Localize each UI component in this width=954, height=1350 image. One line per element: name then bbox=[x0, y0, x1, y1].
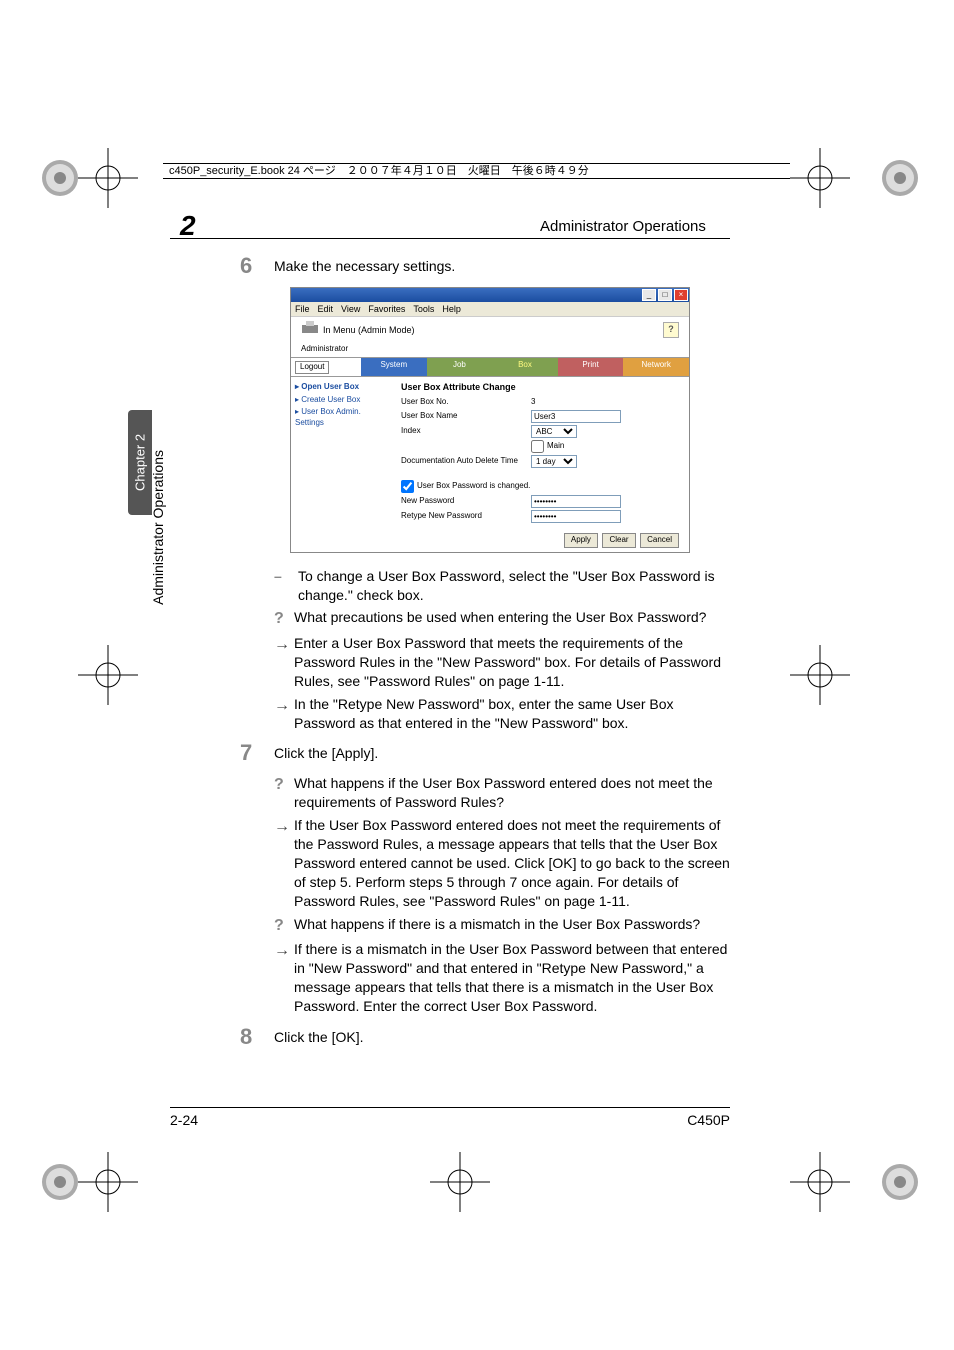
label-user-box-no: User Box No. bbox=[401, 397, 531, 408]
panel-heading: User Box Attribute Change bbox=[401, 381, 679, 393]
browser-menubar: File Edit View Favorites Tools Help bbox=[291, 302, 689, 317]
step-number-8: 8 bbox=[240, 1026, 274, 1048]
select-index[interactable]: ABC bbox=[531, 425, 577, 438]
menu-edit[interactable]: Edit bbox=[318, 303, 334, 315]
label-user-box-name: User Box Name bbox=[401, 411, 531, 422]
clear-button[interactable]: Clear bbox=[602, 533, 635, 548]
question-icon bbox=[274, 774, 294, 812]
step-number-6: 6 bbox=[240, 255, 274, 277]
tab-system[interactable]: System bbox=[361, 358, 427, 376]
registration-circle bbox=[870, 1152, 930, 1212]
value-user-box-no: 3 bbox=[531, 397, 535, 408]
label-index: Index bbox=[401, 426, 531, 437]
cancel-button[interactable]: Cancel bbox=[640, 533, 679, 548]
question-password-rules-fail: What happens if the User Box Password en… bbox=[294, 774, 730, 812]
printer-icon bbox=[301, 321, 319, 338]
divider bbox=[170, 238, 730, 239]
checkbox-password-change[interactable] bbox=[401, 480, 414, 493]
logout-button[interactable]: Logout bbox=[295, 361, 329, 374]
label-retype-new-password: Retype New Password bbox=[401, 511, 531, 522]
answer-retype-password: In the "Retype New Password" box, enter … bbox=[294, 695, 730, 733]
sidebar-item-create-user-box[interactable]: Create User Box bbox=[295, 394, 387, 407]
label-password-change: User Box Password is changed. bbox=[417, 481, 530, 492]
registration-circle bbox=[870, 148, 930, 208]
step-8-text: Click the [OK]. bbox=[274, 1026, 730, 1048]
sidebar-item-user-box-admin-settings[interactable]: User Box Admin. Settings bbox=[295, 406, 387, 430]
model-label: C450P bbox=[687, 1112, 730, 1128]
tab-network[interactable]: Network bbox=[623, 358, 689, 376]
arrow-icon bbox=[274, 816, 294, 910]
banner-mode-label: In Menu (Admin Mode) bbox=[323, 324, 415, 336]
crop-mark-icon bbox=[430, 1152, 490, 1212]
question-icon bbox=[274, 915, 294, 937]
menu-view[interactable]: View bbox=[341, 303, 360, 315]
side-running-text: Administrator Operations bbox=[150, 450, 166, 605]
question-precautions: What precautions be used when entering t… bbox=[294, 608, 730, 630]
question-icon bbox=[274, 608, 294, 630]
answer-password-mismatch: If there is a mismatch in the User Box P… bbox=[294, 940, 730, 1016]
tab-job[interactable]: Job bbox=[427, 358, 493, 376]
menu-help[interactable]: Help bbox=[442, 303, 461, 315]
label-new-password: New Password bbox=[401, 496, 531, 507]
apply-button[interactable]: Apply bbox=[564, 533, 598, 548]
note-change-password-checkbox: To change a User Box Password, select th… bbox=[298, 567, 730, 605]
crop-mark-icon bbox=[790, 1152, 850, 1212]
tab-box[interactable]: Box bbox=[492, 358, 558, 376]
page-header-bar: c450P_security_E.book 24 ページ ２００７年４月１０日 … bbox=[163, 163, 790, 179]
menu-file[interactable]: File bbox=[295, 303, 310, 315]
menu-tools[interactable]: Tools bbox=[413, 303, 434, 315]
menu-favorites[interactable]: Favorites bbox=[368, 303, 405, 315]
window-close-button[interactable]: × bbox=[674, 289, 688, 301]
crop-mark-icon bbox=[78, 645, 138, 705]
crop-mark-icon bbox=[790, 148, 850, 208]
label-main: Main bbox=[547, 441, 564, 452]
admin-label: Administrator bbox=[291, 342, 689, 357]
window-minimize-button[interactable]: _ bbox=[642, 289, 656, 301]
window-maximize-button[interactable]: □ bbox=[658, 289, 672, 301]
arrow-icon bbox=[274, 940, 294, 1016]
help-icon[interactable]: ? bbox=[663, 322, 679, 338]
input-retype-new-password[interactable] bbox=[531, 510, 621, 523]
label-auto-delete-time: Documentation Auto Delete Time bbox=[401, 456, 531, 467]
screenshot-window: _ □ × File Edit View Favorites Tools Hel… bbox=[290, 287, 690, 553]
checkbox-main[interactable] bbox=[531, 440, 544, 453]
question-password-mismatch: What happens if there is a mismatch in t… bbox=[294, 915, 730, 937]
step-6-text: Make the necessary settings. bbox=[274, 255, 730, 277]
tab-print[interactable]: Print bbox=[558, 358, 624, 376]
input-user-box-name[interactable] bbox=[531, 410, 621, 423]
chapter-tab: Chapter 2 bbox=[128, 410, 152, 515]
select-auto-delete-time[interactable]: 1 day bbox=[531, 455, 577, 468]
answer-new-password-rules: Enter a User Box Password that meets the… bbox=[294, 634, 730, 691]
answer-password-rules-fail: If the User Box Password entered does no… bbox=[294, 816, 730, 910]
crop-mark-icon bbox=[78, 148, 138, 208]
step-number-7: 7 bbox=[240, 742, 274, 764]
bullet-dash: – bbox=[274, 567, 298, 605]
step-7-text: Click the [Apply]. bbox=[274, 742, 730, 764]
crop-mark-icon bbox=[78, 1152, 138, 1212]
arrow-icon bbox=[274, 695, 294, 733]
arrow-icon bbox=[274, 634, 294, 691]
page-number: 2-24 bbox=[170, 1112, 198, 1128]
running-head: Administrator Operations bbox=[540, 218, 706, 235]
crop-mark-icon bbox=[790, 645, 850, 705]
window-titlebar: _ □ × bbox=[291, 288, 689, 302]
sidebar-item-open-user-box[interactable]: Open User Box bbox=[295, 381, 387, 394]
input-new-password[interactable] bbox=[531, 495, 621, 508]
